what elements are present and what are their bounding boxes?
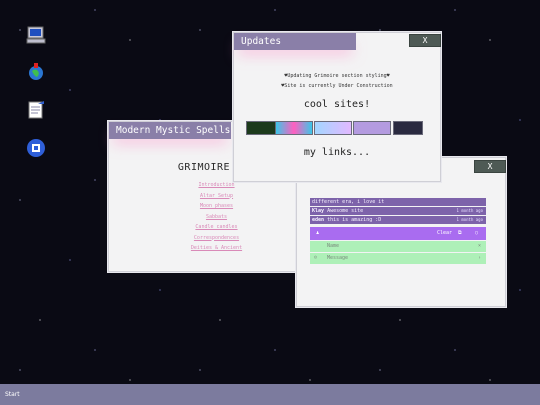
message-placeholder: Message: [327, 255, 349, 261]
grimoire-link-list: Introduction Altar Setup Moon phases Sab…: [169, 180, 264, 254]
chat-toolbar: ♟ Clear ⧉ ○: [310, 227, 486, 240]
grimoire-link[interactable]: Deities & Ancient: [169, 243, 264, 254]
site-badge-1[interactable]: [246, 121, 276, 135]
close-button[interactable]: X: [409, 34, 441, 47]
computer-icon[interactable]: [26, 25, 46, 45]
grimoire-link[interactable]: Altar Setup: [169, 191, 264, 202]
external-link-icon[interactable]: ⧉: [458, 227, 462, 240]
emoji-icon[interactable]: ☺: [314, 253, 317, 264]
clear-button[interactable]: Clear: [437, 227, 452, 240]
updates-window[interactable]: Updates X ♥Updating Grimoire section sty…: [233, 32, 441, 182]
chat-message: eden this is amazing :D 1 month ago: [310, 216, 486, 224]
chat-nick: Klay: [312, 208, 325, 214]
grimoire-title-bar[interactable]: Modern Mystic Spells: [109, 122, 231, 139]
message-field[interactable]: ☺ Message ›: [310, 253, 486, 264]
start-button[interactable]: Start: [5, 384, 20, 405]
name-placeholder: Name: [327, 243, 340, 249]
site-badge-3[interactable]: [314, 121, 352, 135]
notepad-icon[interactable]: [26, 100, 46, 120]
close-button[interactable]: X: [474, 160, 506, 173]
blue-app-icon[interactable]: [26, 138, 46, 158]
window-title: Modern Mystic Spells: [116, 125, 231, 136]
window-title: Updates: [241, 36, 282, 47]
site-badge-4[interactable]: [353, 121, 391, 135]
info-icon[interactable]: ○: [475, 227, 478, 240]
chat-text: different era, i love it: [312, 199, 385, 205]
site-badge-5[interactable]: [393, 121, 423, 135]
chat-time: 1 month ago: [456, 217, 484, 222]
user-icon[interactable]: ♟: [316, 227, 319, 240]
name-field[interactable]: Name ×: [310, 241, 486, 252]
chat-text: Awesome site: [327, 208, 364, 214]
grimoire-link[interactable]: Candle candles: [169, 222, 264, 233]
grimoire-link[interactable]: Moon phases: [169, 201, 264, 212]
taskbar: Start: [0, 384, 540, 405]
clear-name-icon[interactable]: ×: [478, 241, 481, 252]
grimoire-link[interactable]: Sabbats: [169, 212, 264, 223]
chat-nick: eden: [312, 217, 325, 223]
chat-message: different era, i love it: [310, 198, 486, 206]
chat-time: 1 month ago: [456, 208, 484, 213]
globe-icon[interactable]: [26, 62, 46, 82]
chat-text: this is amazing :D: [327, 217, 382, 223]
cool-sites-heading: cool sites!: [303, 99, 371, 110]
update-notice: ♥Updating Grimoire section styling♥: [284, 73, 390, 79]
send-icon[interactable]: ›: [478, 253, 481, 264]
chat-message: Klay Awesome site 1 month ago: [310, 207, 486, 215]
my-links-heading: my links...: [303, 147, 371, 158]
site-badge-2[interactable]: [275, 121, 313, 135]
grimoire-link[interactable]: Correspondences: [169, 233, 264, 244]
updates-title-bar[interactable]: Updates: [234, 33, 356, 50]
update-notice: ♥Site is currently Under Construction: [281, 83, 393, 89]
